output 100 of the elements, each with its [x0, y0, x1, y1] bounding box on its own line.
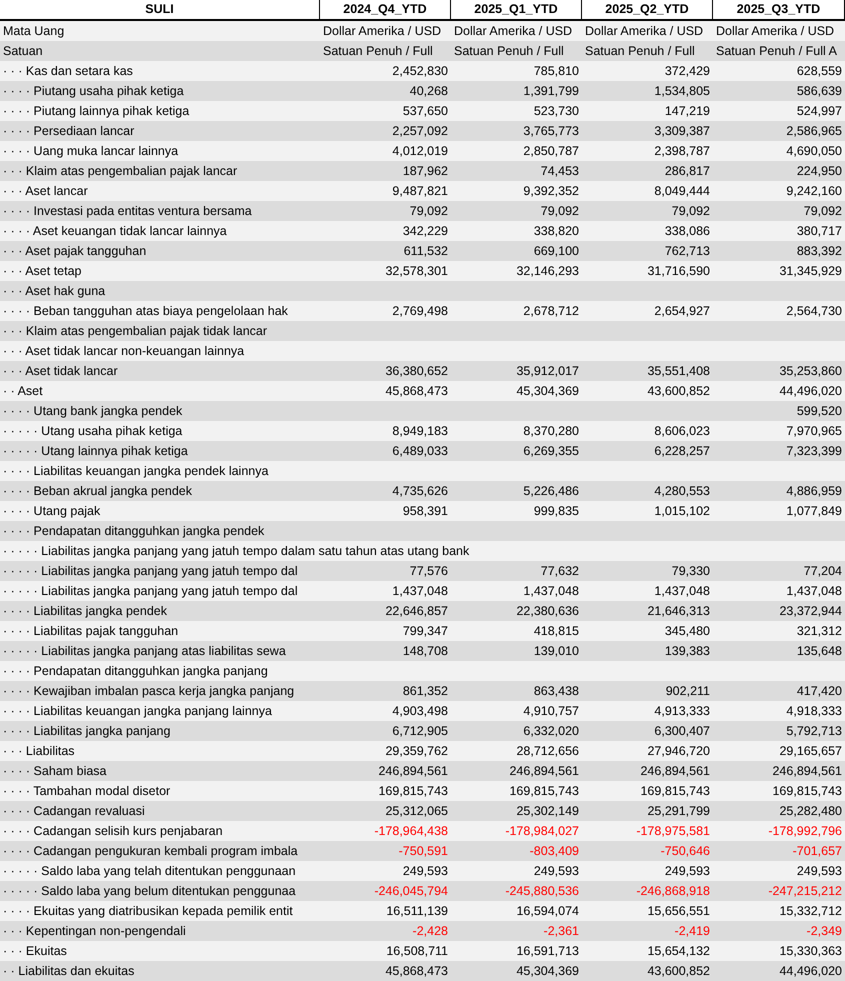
table-cell-text: 15,332,712 — [779, 902, 842, 920]
table-cell-text: 380,717 — [796, 222, 842, 240]
row-label: · · · Kas dan setara kas — [3, 62, 133, 80]
row-label: · · · · Liabilitas jangka panjang — [3, 722, 170, 740]
row-label: · · · Aset pajak tangguhan — [3, 242, 146, 260]
table-cell-text: 246,894,561 — [378, 762, 448, 780]
table-cell-text: 4,918,333 — [786, 702, 842, 720]
row-label: · · · · · Utang usaha pihak ketiga — [3, 422, 182, 440]
table-cell-text: 799,347 — [402, 622, 448, 640]
table-cell-text: 31,716,590 — [647, 262, 710, 280]
table-cell-text: 586,639 — [796, 82, 842, 100]
table-cell-text: -178,992,796 — [768, 822, 842, 840]
table-cell-text: 8,370,280 — [523, 422, 579, 440]
table-cell-text: 249,593 — [534, 862, 579, 880]
table-cell-text: 7,970,965 — [786, 422, 842, 440]
table-cell-text: 45,304,369 — [516, 962, 579, 980]
table-cell-text: 523,730 — [534, 102, 579, 120]
table-cell-text: 342,229 — [402, 222, 448, 240]
table-cell-text: 2,654,927 — [654, 302, 710, 320]
table-cell-text: 77,204 — [804, 562, 842, 580]
row-label: · · · · · Liabilitas jangka panjang yang jatuh tempo dal — [3, 582, 298, 600]
table-cell-text: 417,420 — [796, 682, 842, 700]
table-cell-text: 25,312,065 — [385, 802, 448, 820]
table-cell-text: 249,593 — [664, 862, 710, 880]
table-cell-text: -803,409 — [530, 842, 579, 860]
table-cell-text: 16,591,713 — [516, 942, 579, 960]
table-cell-text: 31,345,929 — [779, 262, 842, 280]
table-cell-text: 785,810 — [534, 62, 579, 80]
table-cell-text: 1,437,048 — [654, 582, 710, 600]
row-label: · · · Klaim atas pengembalian pajak lancar — [3, 162, 238, 180]
table-cell-text: 6,332,020 — [523, 722, 579, 740]
table-cell-text: 338,820 — [534, 222, 579, 240]
table-cell-text: 9,392,352 — [523, 182, 579, 200]
table-cell-text: 1,391,799 — [523, 82, 579, 100]
table-cell-text: 45,304,369 — [516, 382, 579, 400]
table-cell-text: 5,226,486 — [523, 482, 579, 500]
row-label: · · · · Pendapatan ditangguhkan jangka panjang — [3, 662, 268, 680]
table-cell-text: 5,792,713 — [786, 722, 842, 740]
table-cell-text: 21,646,313 — [647, 602, 710, 620]
table-cell-text: 9,487,821 — [392, 182, 448, 200]
table-cell-text: 15,654,132 — [647, 942, 710, 960]
row-label: · · · · · Liabilitas jangka panjang yang jatuh tempo dalam satu tahun atas utang bank — [3, 542, 470, 560]
table-cell-text: 15,330,363 — [779, 942, 842, 960]
row-label: · · · · Cadangan revaluasi — [3, 802, 145, 820]
table-cell-text: Satuan Penuh / Full A — [716, 42, 837, 60]
table-cell-text: 4,886,959 — [786, 482, 842, 500]
table-cell-text: 286,817 — [664, 162, 710, 180]
table-cell-text: 345,480 — [664, 622, 710, 640]
table-cell-text: 25,282,480 — [779, 802, 842, 820]
table-cell-text: 45,868,473 — [385, 962, 448, 980]
table-cell-text: Dollar Amerika / USD — [716, 22, 834, 40]
table-cell-text: 883,392 — [796, 242, 842, 260]
row-label: · · · Aset tetap — [3, 262, 82, 280]
table-cell-text: 16,594,074 — [516, 902, 579, 920]
table-cell-text: 40,268 — [410, 82, 448, 100]
row-label: · · · · Liabilitas pajak tangguhan — [3, 622, 178, 640]
table-cell-text: Satuan Penuh / Full — [454, 42, 564, 60]
table-cell-text: 45,868,473 — [385, 382, 448, 400]
table-cell-text: 8,606,023 — [654, 422, 710, 440]
table-cell-text: -2,428 — [412, 922, 448, 940]
table-cell-text: -247,215,212 — [768, 882, 842, 900]
table-cell-text: -246,045,794 — [374, 882, 448, 900]
row-label: · · · · Liabilitas keuangan jangka panjang lainnya — [3, 702, 272, 720]
table-cell-text: 43,600,852 — [647, 382, 710, 400]
table-cell-text: 22,380,636 — [516, 602, 579, 620]
row-label: · · · Aset tidak lancar non-keuangan lainnya — [3, 342, 244, 360]
table-cell-text: 29,359,762 — [385, 742, 448, 760]
table-cell-text: 338,086 — [664, 222, 710, 240]
row-label: · · · · Beban akrual jangka pendek — [3, 482, 192, 500]
table-cell-text: 16,508,711 — [386, 942, 448, 960]
table-cell-text: 6,712,905 — [392, 722, 448, 740]
table-cell-text: 2,769,498 — [392, 302, 448, 320]
row-label: · · · Aset hak guna — [3, 282, 106, 300]
table-cell-text: 43,600,852 — [647, 962, 710, 980]
table-cell-text: 79,330 — [672, 562, 710, 580]
row-label: · · · · Persediaan lancar — [3, 122, 134, 140]
table-cell-text: 22,646,857 — [385, 602, 448, 620]
table-cell-text: 77,576 — [410, 562, 448, 580]
table-cell-text: 246,894,561 — [509, 762, 579, 780]
table-cell-text: 1,437,048 — [786, 582, 842, 600]
row-label: Mata Uang — [3, 22, 64, 40]
table-cell-text: 246,894,561 — [772, 762, 842, 780]
table-cell-text: 139,010 — [534, 642, 579, 660]
table-cell-text: 169,815,743 — [378, 782, 448, 800]
table-cell-text: -750,646 — [660, 842, 710, 860]
table-cell-text: 2,398,787 — [654, 142, 710, 160]
row-label: · · · · Aset keuangan tidak lancar lainnya — [3, 222, 227, 240]
table-cell-text: 1,437,048 — [523, 582, 579, 600]
table-cell-text: 16,511,139 — [386, 902, 448, 920]
row-label: · · · · Ekuitas yang diatribusikan kepada pemilik entit — [3, 902, 293, 920]
table-cell-text: 1,015,102 — [654, 502, 710, 520]
table-cell-text: -2,349 — [806, 922, 842, 940]
table-cell-text: 79,092 — [672, 202, 710, 220]
table-cell-text: 246,894,561 — [640, 762, 710, 780]
table-cell-text: 628,559 — [796, 62, 842, 80]
row-label: · · · Ekuitas — [3, 942, 67, 960]
table-cell-text: 2,586,965 — [786, 122, 842, 140]
table-cell-text: 224,950 — [796, 162, 842, 180]
table-cell-text: -750,591 — [398, 842, 448, 860]
table-cell-text: 79,092 — [804, 202, 842, 220]
